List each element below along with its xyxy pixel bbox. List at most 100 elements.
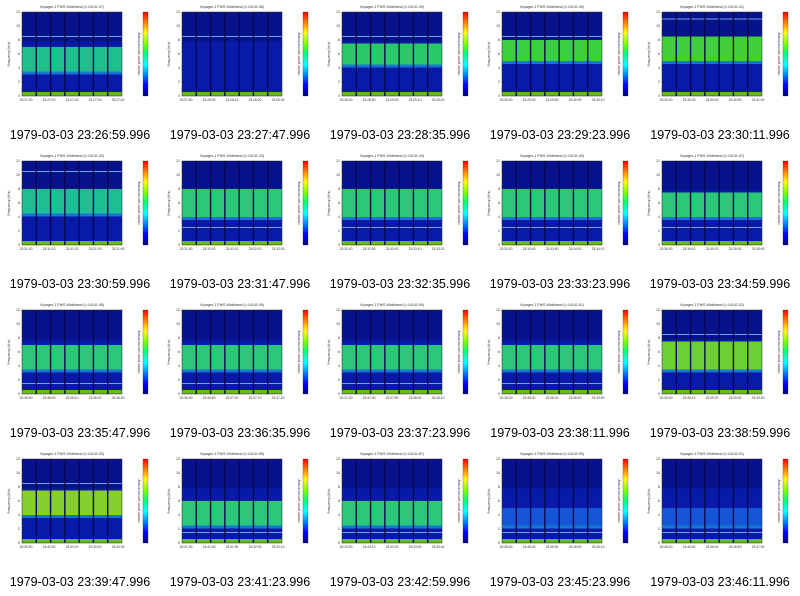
x-tick-label: 23:47:00 bbox=[752, 545, 765, 549]
colorbar bbox=[462, 11, 469, 97]
x-tick-label: 23:43:40 bbox=[432, 545, 445, 549]
x-tick-label: 23:28:00 bbox=[203, 98, 216, 102]
y-axis-label: Frequency (kHz) bbox=[7, 190, 11, 215]
y-tick-label: 6 bbox=[338, 499, 340, 503]
y-tick-label: 6 bbox=[338, 201, 340, 205]
emission-band bbox=[182, 189, 282, 217]
y-tick-label: 8 bbox=[658, 485, 660, 489]
x-tick-label: 23:30:00 bbox=[569, 98, 582, 102]
spectrogram-upper-band bbox=[182, 459, 282, 489]
x-tick-label: 23:40:30 bbox=[112, 545, 125, 549]
y-tick-label: 4 bbox=[498, 66, 500, 70]
y-tick-label: 10 bbox=[176, 471, 180, 475]
spectrogram-panel: Voyager-1 PWS Wideband (1:10141:38) 0 2 4 6 8… bbox=[160, 0, 320, 149]
low-frequency-noise bbox=[182, 390, 282, 394]
colorbar-label: relative power spectral density bbox=[457, 479, 461, 522]
colorbar-label: relative power spectral density bbox=[777, 32, 781, 75]
y-tick-label: 2 bbox=[658, 229, 660, 233]
spectrogram-upper-band bbox=[342, 12, 442, 42]
panel-caption: 1979-03-03 23:26:59.996 bbox=[9, 128, 151, 142]
emission-band-edge bbox=[342, 525, 442, 529]
x-tick-label: 23:39:00 bbox=[592, 396, 605, 400]
colorbar bbox=[782, 458, 789, 544]
spectrogram-plot: Voyager-1 PWS Wideband (1:10141:45)02468… bbox=[487, 154, 629, 251]
colorbar bbox=[782, 160, 789, 246]
x-tick-label: 23:31:00 bbox=[20, 247, 33, 251]
x-tick-label: 23:33:30 bbox=[500, 247, 513, 251]
y-tick-label: 4 bbox=[498, 513, 500, 517]
x-tick-label: 23:46:30 bbox=[683, 545, 696, 549]
panel-caption: 1979-03-03 23:31:47.996 bbox=[169, 277, 311, 291]
y-axis-label: Frequency (kHz) bbox=[327, 41, 331, 66]
y-tick-label: 8 bbox=[658, 187, 660, 191]
x-tick-label: 23:30:40 bbox=[706, 98, 719, 102]
low-frequency-noise bbox=[22, 390, 122, 394]
x-tick-label: 23:32:00 bbox=[203, 247, 216, 251]
x-tick-label: 23:35:10 bbox=[683, 247, 696, 251]
colorbar bbox=[462, 309, 469, 395]
emission-band bbox=[342, 43, 442, 65]
y-tick-label: 8 bbox=[18, 336, 20, 340]
y-axis-label: Frequency (kHz) bbox=[167, 190, 171, 215]
colorbar-label: relative power spectral density bbox=[137, 181, 141, 224]
spectrogram-panel: Voyager-1 PWS Wideband (1:10141:53) 0 2 4 6 8… bbox=[0, 447, 160, 596]
emission-band-edge bbox=[182, 369, 282, 373]
y-tick-label: 12 bbox=[16, 308, 20, 312]
x-tick-label: 23:29:00 bbox=[386, 98, 399, 102]
y-tick-label: 4 bbox=[498, 215, 500, 219]
emission-band-edge bbox=[22, 515, 122, 518]
y-axis-label: Frequency (kHz) bbox=[487, 339, 491, 364]
emission-band bbox=[662, 508, 762, 526]
panel-caption: 1979-03-03 23:32:35.996 bbox=[329, 277, 471, 291]
spectrogram-panel: Voyager-1 PWS Wideband (1:10141:55) 0 2 4 6 8… bbox=[160, 447, 320, 596]
emission-band bbox=[342, 189, 442, 217]
x-tick-label: 23:39:00 bbox=[660, 396, 673, 400]
y-axis-label: Frequency (kHz) bbox=[647, 339, 651, 364]
emission-band-edge bbox=[662, 217, 762, 220]
x-tick-label: 23:32:30 bbox=[272, 247, 285, 251]
spectrogram-upper-band bbox=[182, 12, 282, 42]
y-tick-label: 10 bbox=[336, 173, 340, 177]
y-tick-label: 12 bbox=[176, 159, 180, 163]
panel-title: Voyager-1 PWS Wideband (1:10141:43) bbox=[200, 154, 264, 158]
y-tick-label: 4 bbox=[178, 364, 180, 368]
x-tick-label: 23:45:40 bbox=[523, 545, 536, 549]
spectrogram-panel: Voyager-1 PWS Wideband (1:10141:44) 0 2 4 6 8… bbox=[320, 149, 480, 298]
y-tick-label: 12 bbox=[16, 159, 20, 163]
y-tick-label: 12 bbox=[656, 159, 660, 163]
y-tick-label: 4 bbox=[658, 215, 660, 219]
emission-band-edge bbox=[22, 369, 122, 373]
y-axis-label: Frequency (kHz) bbox=[7, 488, 11, 513]
colorbar bbox=[622, 11, 629, 97]
colorbar-label: relative power spectral density bbox=[297, 330, 301, 373]
colorbar bbox=[142, 458, 149, 544]
y-tick-label: 4 bbox=[338, 66, 340, 70]
x-tick-label: 23:33:10 bbox=[409, 247, 422, 251]
y-tick-label: 2 bbox=[658, 80, 660, 84]
y-tick-label: 2 bbox=[18, 527, 20, 531]
emission-band bbox=[502, 508, 602, 526]
spectrogram-plot: Voyager-1 PWS Wideband (1:10141:38)02468… bbox=[167, 5, 309, 102]
spectrogram-upper-band bbox=[182, 310, 282, 340]
x-tick-label: 23:27:50 bbox=[180, 98, 193, 102]
x-tick-label: 23:29:20 bbox=[432, 98, 445, 102]
y-tick-label: 12 bbox=[656, 457, 660, 461]
y-tick-label: 6 bbox=[658, 499, 660, 503]
emission-band-edge bbox=[662, 61, 762, 64]
emission-band-edge bbox=[342, 369, 442, 373]
y-tick-label: 2 bbox=[498, 229, 500, 233]
y-tick-label: 6 bbox=[178, 350, 180, 354]
y-tick-label: 12 bbox=[496, 10, 500, 14]
low-frequency-noise bbox=[502, 92, 602, 96]
low-frequency-noise bbox=[182, 92, 282, 96]
y-tick-label: 10 bbox=[656, 173, 660, 177]
y-tick-label: 2 bbox=[178, 80, 180, 84]
panel-caption: 1979-03-03 23:28:35.996 bbox=[329, 128, 471, 142]
spectrogram-plot: Voyager-1 PWS Wideband (1:10141:48)02468… bbox=[7, 303, 149, 400]
spectrogram-upper-band bbox=[182, 161, 282, 191]
panel-title: Voyager-1 PWS Wideband (1:10141:41) bbox=[680, 5, 744, 9]
y-axis-label: Frequency (kHz) bbox=[487, 488, 491, 513]
x-tick-label: 23:28:10 bbox=[226, 98, 239, 102]
y-tick-label: 12 bbox=[176, 10, 180, 14]
panel-caption: 1979-03-03 23:29:23.996 bbox=[489, 128, 631, 142]
